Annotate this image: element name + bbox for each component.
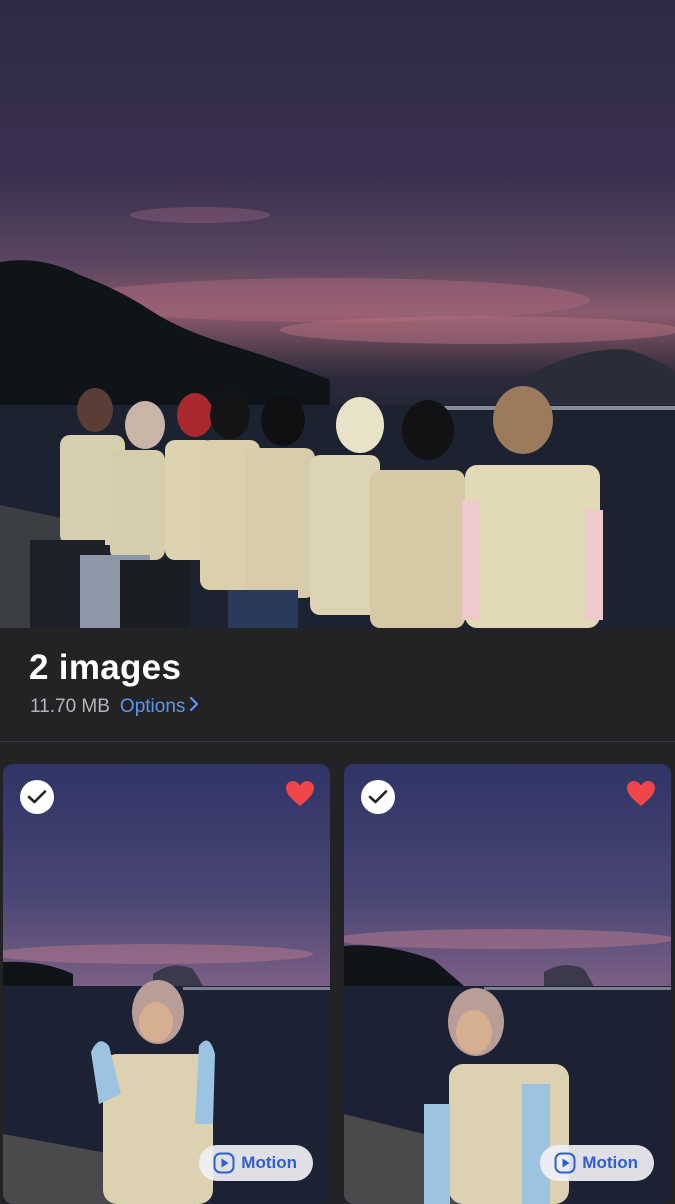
motion-label: Motion (582, 1153, 638, 1172)
options-link[interactable]: Options (120, 696, 199, 718)
chevron-right-icon (189, 696, 199, 718)
image-tile-1-scene (3, 944, 330, 1204)
hero-photo[interactable] (0, 0, 675, 628)
image-count-title: 2 images (29, 648, 182, 687)
heart-icon[interactable] (626, 780, 656, 808)
image-grid: Motion Motion (0, 742, 675, 1204)
motion-button[interactable]: Motion (540, 1145, 654, 1181)
image-tile-2[interactable]: Motion (344, 764, 671, 1204)
file-size-label: 11.70 MB (30, 696, 110, 717)
options-label: Options (119, 696, 186, 717)
play-circle-icon (554, 1152, 576, 1174)
check-icon[interactable] (361, 780, 395, 814)
image-tile-2-scene (344, 929, 671, 1204)
hero-photo-scene (0, 207, 675, 628)
album-meta: 11.70 MB Options (30, 696, 199, 718)
heart-icon[interactable] (285, 780, 315, 808)
motion-button[interactable]: Motion (199, 1145, 313, 1181)
play-circle-icon (213, 1152, 235, 1174)
check-icon[interactable] (20, 780, 54, 814)
album-info: 2 images 11.70 MB Options (0, 628, 675, 741)
motion-label: Motion (241, 1153, 297, 1172)
image-tile-1[interactable]: Motion (3, 764, 330, 1204)
